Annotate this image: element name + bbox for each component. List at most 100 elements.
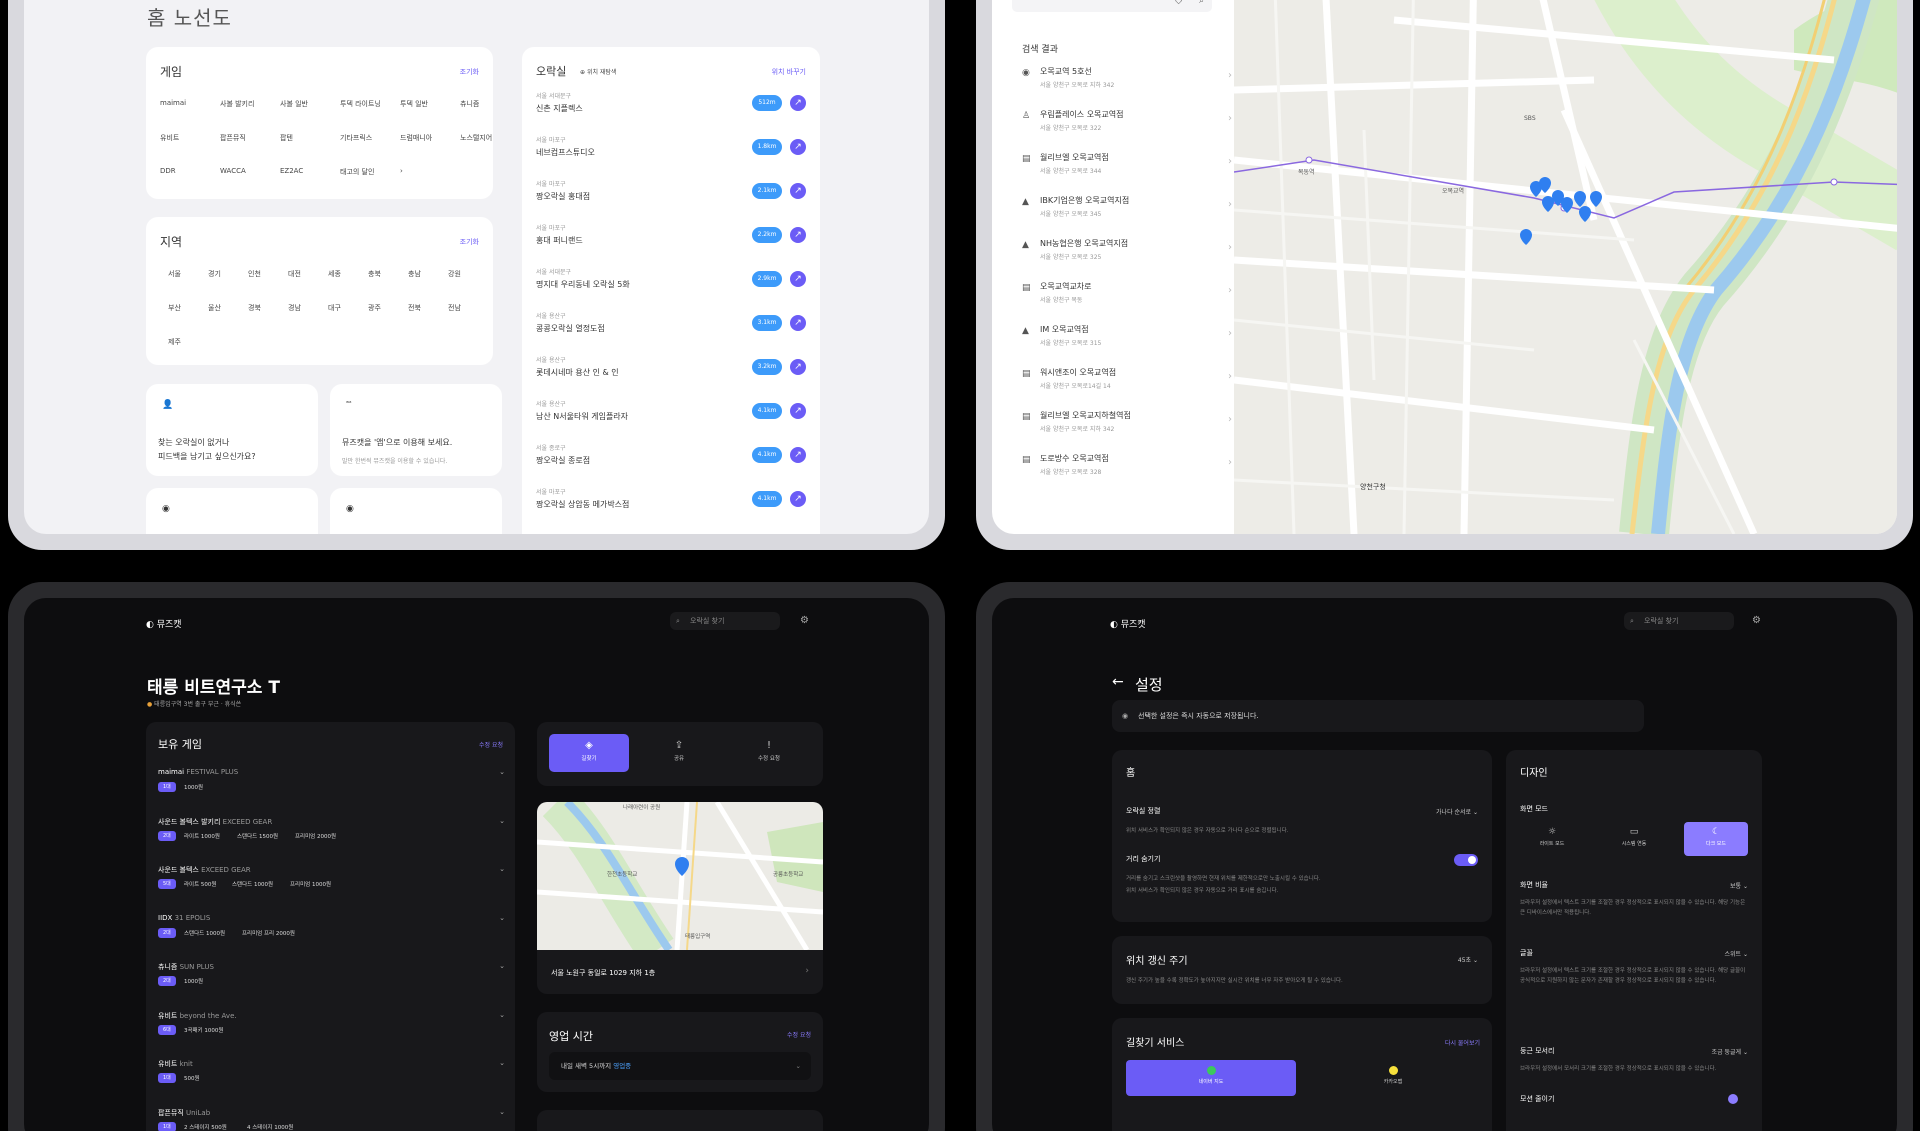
search-result-item[interactable]: ♙ 우림플레이스 오목교역점 서울 양천구 오목로 322 › [1022,109,1232,149]
arcade-row[interactable]: 서울 용산구 남산 N서울타워 게임플라자 4.1km ↗ [536,399,806,443]
mini-map[interactable]: 나래아련이 공원 한천초등학교 태릉입구역 공릉초등학교 [537,802,823,962]
chevron-right-icon[interactable]: › [805,966,809,976]
install-app-card[interactable]: ʷᵃ 뮤즈캣을 '앱'으로 이용해 보세요. 말만 한번씩 뮤즈캣을 이용할 수… [330,384,502,476]
directions-button[interactable]: ◈ 길찾기 [549,734,629,772]
chevron-down-icon[interactable]: ⌄ [499,1011,505,1019]
region-filter-chip[interactable]: 제주 [168,337,181,347]
relocate-chip[interactable]: ⊕ 위치 재탐색 [580,67,616,76]
region-filter-chip[interactable]: 세종 [328,269,341,279]
search-result-item[interactable]: ▤ 도로방수 오목교역점 서울 양천구 오목로 328 › [1022,453,1232,493]
nav-option-kakao[interactable]: 카카오맵 [1308,1060,1478,1096]
search-result-item[interactable]: ▤ 월리브엘 오목교역점 서울 양천구 오목로 344 › [1022,152,1232,192]
arcade-row[interactable]: 서울 종로구 짱오락실 종로점 4.1km ↗ [536,443,806,487]
arcade-row[interactable]: 서울 마포구 네브컴프스튜디오 1.8km ↗ [536,135,806,179]
arcade-row[interactable]: 서울 용산구 콩콩오락실 열정도점 3.1km ↗ [536,311,806,355]
game-row[interactable]: 사운드 볼텍스 발키리 EXCEED GEAR 2대 라이트 1000원 스탠다드 1… [158,817,505,861]
mode-system[interactable]: ▭ 시스템 연동 [1602,822,1666,856]
region-filter-chip[interactable]: 대구 [328,303,341,313]
map-view[interactable]: 목동역 오목교역 양천구청 SBS [1234,0,1897,534]
region-filter-chip[interactable]: 부산 [168,303,181,313]
region-filter-chip[interactable]: 인천 [248,269,261,279]
game-filter-chip[interactable]: 투덱 라이트닝 [340,99,381,109]
directions-icon[interactable]: ↗ [790,227,806,243]
region-filter-chip[interactable]: 충북 [368,269,381,279]
search-result-item[interactable]: ▤ 워시앤조이 오목교역점 서울 양천구 오목로14길 14 › [1022,367,1232,407]
search-result-item[interactable]: ◉ 오목교역 5호선 서울 양천구 오목로 지하 342 › [1022,66,1232,106]
app-logo[interactable]: ◐ 뮤즈캣 [1110,617,1146,630]
info-card[interactable]: ◉ [146,488,318,534]
region-filter-chip[interactable]: 전북 [408,303,421,313]
region-filter-chip[interactable]: 전남 [448,303,461,313]
mode-light[interactable]: ☼ 라이트 모드 [1520,822,1584,856]
directions-icon[interactable]: ↗ [790,447,806,463]
info-card[interactable]: ◉ [330,488,502,534]
hide-distance-toggle[interactable] [1454,854,1478,866]
game-filter-chip[interactable]: EZ2AC [280,167,303,175]
directions-icon[interactable]: ↗ [790,315,806,331]
ratio-select[interactable]: 보통 ⌄ [1730,881,1748,890]
gear-icon[interactable]: ⚙ [1752,615,1761,626]
directions-icon[interactable]: ↗ [790,271,806,287]
chevron-down-icon[interactable]: ⌄ [499,817,505,825]
game-row[interactable]: 츄니즘 SUN PLUS 2대 1000원 ⌄ [158,962,505,1006]
gear-icon[interactable]: ⚙ [800,615,809,626]
game-filter-chip[interactable]: WACCA [220,167,246,175]
directions-icon[interactable]: ↗ [790,403,806,419]
region-filter-chip[interactable]: 경남 [288,303,301,313]
game-filter-chip[interactable]: 투덱 일반 [400,99,428,109]
arcade-row[interactable]: 서울 마포구 짱오락실 홍대점 2.1km ↗ [536,179,806,223]
game-filter-chip[interactable]: 팝픈뮤직 [220,133,246,143]
game-filter-chip[interactable]: 팝텐 [280,133,293,143]
game-filter-chip[interactable]: › [400,167,403,175]
region-filter-chip[interactable]: 서울 [168,269,181,279]
chevron-down-icon[interactable]: ⌄ [499,768,505,776]
region-reset-link[interactable]: 조기화 [460,237,479,247]
sort-select[interactable]: 가나다 순서로 ⌄ [1436,807,1478,816]
game-filter-chip[interactable]: 유비트 [160,133,179,143]
corner-select[interactable]: 조금 둥글게 ⌄ [1712,1047,1748,1056]
ask-again-link[interactable]: 다시 물어보기 [1445,1038,1480,1047]
game-filter-chip[interactable]: 사볼 일반 [280,99,308,109]
game-row[interactable]: IIDX 31 EPOLIS 2대 스탠다드 1000원 프리미엄 프리 2000원 ⌄ [158,914,505,958]
game-filter-chip[interactable]: 태고의 달인 [340,167,374,177]
search-result-item[interactable]: ▲ NH농협은행 오목교역지점 서울 양천구 오목로 325 › [1022,238,1232,278]
region-filter-chip[interactable]: 광주 [368,303,381,313]
feedback-card[interactable]: 👤 찾는 오락실이 없거나 피드백을 남기고 싶으신가요? [146,384,318,476]
game-row[interactable]: maimai FESTIVAL PLUS 1대 1000원 ⌄ [158,768,505,812]
search-input[interactable]: ⌕ 오락실 찾기 [1624,612,1734,630]
report-button[interactable]: ! 수정 요청 [729,734,809,772]
nav-option-naver[interactable]: 네이버 지도 [1126,1060,1296,1096]
arcade-row[interactable]: 서울 용산구 롯데시네마 용산 인 & 인 3.2km ↗ [536,355,806,399]
region-filter-chip[interactable]: 강원 [448,269,461,279]
game-filter-chip[interactable]: 드럼매니아 [400,133,432,143]
search-input[interactable]: ⌕ 오락실 찾기 [670,612,780,630]
directions-icon[interactable]: ↗ [790,95,806,111]
region-filter-chip[interactable]: 경기 [208,269,221,279]
game-filter-chip[interactable]: 노스탤지어 [460,133,492,143]
arcade-row[interactable]: 서울 마포구 홍대 퍼니랜드 2.2km ↗ [536,223,806,267]
games-reset-link[interactable]: 조기화 [460,67,479,77]
directions-icon[interactable]: ↗ [790,183,806,199]
directions-icon[interactable]: ↗ [790,491,806,507]
search-result-item[interactable]: ▤ 월리브엘 오목교지하철역점 서울 양천구 오목로 지하 342 › [1022,410,1232,450]
game-filter-chip[interactable]: 츄니즘 [460,99,479,109]
chevron-down-icon[interactable]: ⌄ [499,914,505,922]
directions-icon[interactable]: ↗ [790,359,806,375]
game-row[interactable]: 유비트 knit 1대 500원 ⌄ [158,1059,505,1103]
chevron-down-icon[interactable]: ⌄ [499,1108,505,1116]
search-input[interactable]: ⌕ ◇ [1012,0,1212,12]
chevron-down-icon[interactable]: ⌄ [499,962,505,970]
chevron-down-icon[interactable]: ⌄ [499,865,505,873]
app-logo[interactable]: ◐ 뮤즈캣 [146,617,182,630]
search-result-item[interactable]: ▲ IBK기업은행 오목교역지점 서울 양천구 오목로 345 › [1022,195,1232,235]
region-filter-chip[interactable]: 충남 [408,269,421,279]
mode-dark[interactable]: ☾ 다크 모드 [1684,822,1748,856]
arcade-row[interactable]: 서울 서대문구 명지대 우리동네 오락실 5화 2.9km ↗ [536,267,806,311]
game-filter-chip[interactable]: 기타프릭스 [340,133,372,143]
game-row[interactable]: 사운드 볼텍스 EXCEED GEAR 5대 라이트 500원 스탠다드 1000원 프… [158,865,505,909]
reduce-motion-toggle[interactable] [1728,1094,1738,1104]
region-filter-chip[interactable]: 대전 [288,269,301,279]
game-filter-chip[interactable]: maimai [160,99,186,107]
arcade-row[interactable]: 서울 마포구 짱오락실 상암동 메가박스점 4.1km ↗ [536,487,806,531]
search-result-item[interactable]: ▲ IM 오목교역점 서울 양천구 오목로 315 › [1022,324,1232,364]
